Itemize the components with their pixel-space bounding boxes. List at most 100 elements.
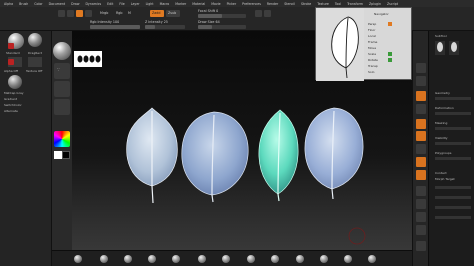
- scale-button[interactable]: [85, 10, 92, 17]
- leaf-4[interactable]: [304, 107, 364, 200]
- brush-ball-10[interactable]: [296, 255, 304, 263]
- rec-button[interactable]: [255, 10, 262, 17]
- brush-ball-5[interactable]: [172, 255, 180, 263]
- scale-label[interactable]: Scale: [368, 52, 376, 56]
- secondary-color-swatch[interactable]: [62, 151, 70, 159]
- scale-view-button[interactable]: [416, 212, 426, 222]
- morph-target-header[interactable]: Morph Target: [435, 177, 455, 181]
- brush-ball-12[interactable]: [344, 255, 352, 263]
- menu-item-zscript[interactable]: Zscript: [387, 2, 398, 6]
- visibility-slider[interactable]: [435, 142, 471, 145]
- stroke-sphere-icon[interactable]: [28, 33, 42, 47]
- menu-item-texture[interactable]: Texture: [317, 2, 329, 6]
- texture-off-icon[interactable]: [54, 99, 70, 115]
- visibility-header[interactable]: Visibility: [435, 136, 448, 140]
- deformation-header[interactable]: Deformation: [435, 106, 454, 110]
- scroll-button[interactable]: [416, 91, 426, 101]
- floor-button[interactable]: [416, 157, 426, 167]
- brush-ball-11[interactable]: [320, 255, 328, 263]
- zadd-button[interactable]: Zadd: [150, 10, 164, 17]
- menu-item-zplugin[interactable]: Zplugin: [369, 2, 381, 6]
- zsub-button[interactable]: Zsub: [166, 10, 180, 17]
- frame-button[interactable]: [416, 186, 426, 196]
- menu-item-stencil[interactable]: Stencil: [284, 2, 295, 6]
- menu-item-stroke[interactable]: Stroke: [301, 2, 311, 6]
- local-label[interactable]: Local: [368, 34, 376, 38]
- extra-slider-1[interactable]: [435, 196, 471, 199]
- move-label[interactable]: Move: [368, 46, 376, 50]
- lightbox-button[interactable]: [264, 10, 271, 17]
- menu-item-edit[interactable]: Edit: [107, 2, 113, 6]
- dots-stroke-icon[interactable]: ∵: [54, 63, 70, 79]
- deformation-slider[interactable]: [435, 112, 471, 115]
- spix-button[interactable]: [416, 76, 426, 86]
- red-swatch-2[interactable]: [8, 59, 14, 65]
- aahalf-button[interactable]: [416, 131, 426, 141]
- draw-button[interactable]: [67, 10, 74, 17]
- z-intensity-slider[interactable]: [145, 25, 185, 29]
- actual-button[interactable]: [416, 119, 426, 129]
- focal-shift-slider[interactable]: [198, 14, 246, 18]
- persp-label[interactable]: Persp: [368, 22, 376, 26]
- mrgb-toggle[interactable]: Mrgb: [100, 11, 108, 15]
- polygroups-slider[interactable]: [435, 157, 471, 160]
- contact-header[interactable]: Contact: [435, 171, 447, 175]
- menu-item-dynamics[interactable]: Dynamics: [85, 2, 101, 6]
- brush-ball-6[interactable]: [198, 255, 206, 263]
- solo-label[interactable]: Solo: [368, 70, 374, 74]
- menu-item-file[interactable]: File: [119, 2, 124, 6]
- menu-item-preferences[interactable]: Preferences: [242, 2, 261, 6]
- extra-slider-2[interactable]: [435, 206, 471, 209]
- navigator-preview[interactable]: [316, 8, 364, 81]
- local-button[interactable]: [416, 170, 426, 180]
- floor-label[interactable]: Floor: [368, 28, 375, 32]
- geometry-header[interactable]: Geometry: [435, 91, 450, 95]
- menu-item-color[interactable]: Color: [34, 2, 42, 6]
- menu-item-macro[interactable]: Macro: [160, 2, 170, 6]
- move-view-button[interactable]: [416, 199, 426, 209]
- menu-item-layer[interactable]: Layer: [131, 2, 140, 6]
- menu-item-movie[interactable]: Movie: [211, 2, 220, 6]
- subtool-thumb-2[interactable]: [449, 41, 459, 55]
- menu-item-document[interactable]: Document: [49, 2, 66, 6]
- menu-item-light[interactable]: Light: [146, 2, 154, 6]
- polygroups-header[interactable]: Polygroups: [435, 151, 451, 155]
- rgb-intensity-slider[interactable]: [90, 25, 140, 29]
- brush-ball-2[interactable]: [100, 255, 108, 263]
- masking-header[interactable]: Masking: [435, 121, 447, 125]
- extra-slider-3[interactable]: [435, 216, 471, 219]
- transform-gizmo-icon[interactable]: [348, 227, 366, 245]
- material-sphere-icon[interactable]: [8, 75, 22, 89]
- brush-ball-7[interactable]: [222, 255, 230, 263]
- subtool-thumb-1[interactable]: [435, 41, 445, 55]
- texture-thumbnail[interactable]: [28, 57, 42, 67]
- brush-ball-4[interactable]: [148, 255, 156, 263]
- leaf-2[interactable]: [181, 111, 249, 203]
- rgb-toggle[interactable]: Rgb: [116, 11, 122, 15]
- menu-item-draw[interactable]: Draw: [71, 2, 79, 6]
- transp-label[interactable]: Transp: [368, 64, 378, 68]
- brush-ball-1[interactable]: [74, 255, 82, 263]
- leaf-1[interactable]: [126, 107, 178, 204]
- masking-slider[interactable]: [435, 127, 471, 130]
- main-color-swatch[interactable]: [54, 151, 62, 159]
- menu-item-render[interactable]: Render: [267, 2, 278, 6]
- standard-brush-icon[interactable]: [53, 42, 71, 60]
- brush-ball-8[interactable]: [247, 255, 255, 263]
- brush-ball-13[interactable]: [368, 255, 376, 263]
- alpha-off-icon[interactable]: [54, 81, 70, 97]
- color-picker-icon[interactable]: [54, 131, 70, 147]
- draw-size-slider[interactable]: [198, 25, 246, 29]
- menu-item-tool[interactable]: Tool: [335, 2, 341, 6]
- menu-item-picker[interactable]: Picker: [227, 2, 237, 6]
- red-swatch[interactable]: [8, 43, 14, 49]
- brush-ball-9[interactable]: [271, 255, 279, 263]
- frame-label[interactable]: Frame: [368, 40, 377, 44]
- rotate-label[interactable]: Rotate: [368, 58, 378, 62]
- menu-item-transform[interactable]: Transform: [347, 2, 363, 6]
- menu-item-alpha[interactable]: Alpha: [4, 2, 13, 6]
- move-button[interactable]: [76, 10, 83, 17]
- m-toggle[interactable]: M: [128, 11, 131, 15]
- edit-button[interactable]: [58, 10, 65, 17]
- persp-button[interactable]: [416, 144, 426, 154]
